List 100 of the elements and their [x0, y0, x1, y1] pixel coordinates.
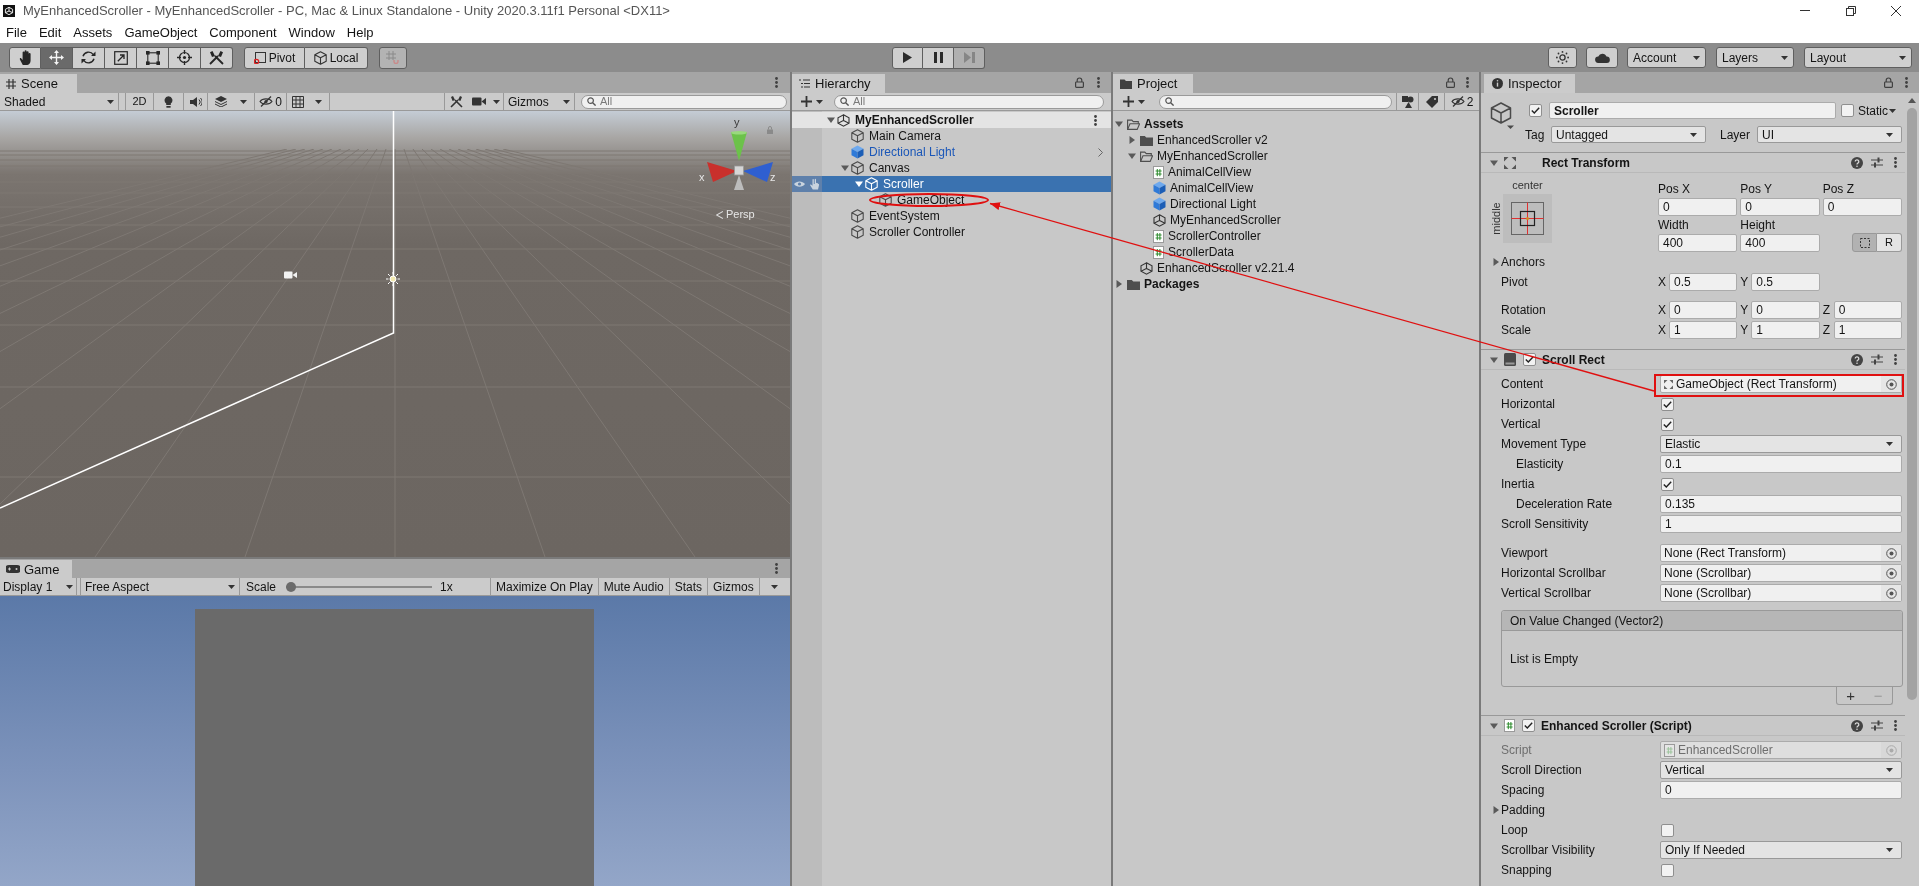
kebab-menu-icon[interactable]	[775, 77, 778, 88]
value-field[interactable]: 0	[1833, 301, 1902, 319]
search-field[interactable]: All	[834, 94, 1104, 109]
checkbox[interactable]	[1661, 823, 1674, 837]
aspect-dropdown[interactable]: Free Aspect	[80, 578, 240, 595]
value-field[interactable]: 400	[1740, 233, 1820, 252]
search-field[interactable]	[1159, 94, 1392, 109]
expand-arrow-icon[interactable]	[1128, 136, 1136, 144]
project-item[interactable]: ScrollerData	[1113, 244, 1479, 260]
expand-arrow-icon[interactable]	[1115, 280, 1123, 288]
expand-arrow-icon[interactable]	[840, 164, 849, 172]
view-toggle[interactable]: Stats	[668, 578, 708, 595]
project-item[interactable]: Directional Light	[1113, 196, 1479, 212]
dropdown[interactable]: Only If Needed	[1660, 841, 1902, 859]
display-dropdown[interactable]: Display 1	[0, 578, 77, 595]
sliders-icon[interactable]	[1871, 157, 1883, 168]
light-bulb-icon[interactable]	[164, 95, 173, 108]
project-item[interactable]: MyEnhancedScroller	[1113, 212, 1479, 228]
sliders-icon[interactable]	[1871, 720, 1883, 731]
gizmos-dropdown[interactable]: Gizmos	[503, 93, 575, 110]
kebab-menu-icon[interactable]	[1905, 77, 1908, 88]
pause-button[interactable]	[923, 46, 954, 69]
expand-arrow-icon[interactable]	[1489, 355, 1498, 364]
static-checkbox[interactable]	[1841, 104, 1854, 117]
value-field[interactable]: 0	[1740, 197, 1820, 216]
scrollbar-thumb[interactable]	[1907, 108, 1917, 700]
view-toggle[interactable]: Mute Audio	[597, 578, 669, 595]
scale-tool-button[interactable]	[105, 46, 137, 69]
value-field[interactable]: 0	[1751, 301, 1820, 319]
help-icon[interactable]	[1851, 156, 1863, 169]
menu-item[interactable]: GameObject	[118, 21, 204, 43]
kebab-menu-icon[interactable]	[1894, 157, 1897, 168]
object-field[interactable]: EnhancedScroller	[1660, 741, 1902, 759]
kebab-menu-icon[interactable]	[1466, 77, 1469, 88]
static-dropdown[interactable]: Static	[1858, 104, 1902, 117]
kebab-menu-icon[interactable]	[1894, 354, 1897, 365]
checkbox[interactable]	[1661, 477, 1674, 491]
layer-dropdown[interactable]: UI	[1757, 126, 1902, 143]
object-field[interactable]: None (Scrollbar)	[1660, 584, 1902, 602]
dropdown[interactable]: Elastic	[1660, 435, 1902, 453]
gizmos-dropdown[interactable]: Gizmos	[707, 578, 759, 595]
project-item[interactable]: AnimalCellView	[1113, 180, 1479, 196]
kebab-menu-icon[interactable]	[775, 563, 778, 574]
project-item[interactable]: Packages	[1113, 276, 1479, 292]
blueprint-mode-button[interactable]	[1852, 233, 1877, 252]
expand-arrow-icon[interactable]	[826, 116, 835, 124]
chevron-right-icon[interactable]	[1098, 147, 1103, 157]
space-button[interactable]: Local	[305, 46, 368, 69]
play-button[interactable]	[892, 46, 923, 69]
hierarchy-tab[interactable]: Hierarchy	[792, 74, 885, 93]
project-item[interactable]: AnimalCellView	[1113, 164, 1479, 180]
checkbox[interactable]	[1661, 397, 1674, 411]
hand-tool-button[interactable]	[9, 46, 41, 69]
camera-icon[interactable]	[472, 97, 486, 106]
value-field[interactable]: 400	[1658, 233, 1738, 252]
kebab-menu-icon[interactable]	[1894, 720, 1897, 731]
kebab-menu-icon[interactable]	[1094, 114, 1097, 126]
hierarchy-item[interactable]: EventSystem	[822, 208, 1111, 224]
project-item[interactable]: ScrollerController	[1113, 228, 1479, 244]
value-field[interactable]: 0	[1822, 197, 1902, 216]
pointer-hand-icon[interactable]	[807, 176, 822, 192]
object-picker-icon[interactable]	[1885, 547, 1897, 559]
help-icon[interactable]	[1851, 353, 1863, 366]
view-toggle[interactable]: Maximize On Play	[490, 578, 598, 595]
layers-dropdown[interactable]: Layers	[1716, 47, 1794, 68]
menu-item[interactable]: Edit	[32, 21, 68, 43]
expand-arrow-icon[interactable]	[1491, 258, 1500, 266]
name-field[interactable]: Scroller	[1549, 102, 1836, 119]
menu-item[interactable]: Assets	[67, 21, 119, 43]
menu-item[interactable]: Window	[282, 21, 341, 43]
object-picker-icon[interactable]	[1885, 587, 1897, 599]
value-field[interactable]: 0	[1660, 781, 1902, 799]
projection-label[interactable]: Persp	[726, 209, 755, 220]
hidden-packages-toggle[interactable]: 2	[1450, 95, 1474, 108]
move-tool-button[interactable]	[41, 46, 73, 69]
kebab-menu-icon[interactable]	[1097, 77, 1100, 88]
lock-icon[interactable]	[1884, 77, 1893, 88]
value-field[interactable]: 1	[1751, 321, 1820, 339]
shading-dropdown[interactable]: Shaded	[0, 93, 119, 110]
speaker-icon[interactable]	[189, 96, 202, 107]
mode-2d-toggle[interactable]: 2D	[125, 93, 154, 110]
services-button[interactable]	[1548, 47, 1577, 68]
raw-edit-button[interactable]: R	[1877, 233, 1902, 252]
value-field[interactable]: 0	[1658, 197, 1738, 216]
expand-arrow-icon[interactable]	[1489, 721, 1498, 730]
transform-tool-button[interactable]	[169, 46, 201, 69]
value-field[interactable]: 1	[1669, 321, 1738, 339]
expand-arrow-icon[interactable]	[1128, 152, 1136, 160]
project-tab[interactable]: Project	[1113, 74, 1193, 93]
sliders-icon[interactable]	[1871, 354, 1883, 365]
rect-tool-button[interactable]	[137, 46, 169, 69]
value-field[interactable]: 0.5	[1669, 273, 1738, 291]
tools-icon[interactable]	[450, 95, 463, 108]
project-item[interactable]: Assets	[1113, 116, 1479, 132]
active-checkbox[interactable]	[1529, 104, 1542, 117]
grid-icon[interactable]	[291, 95, 304, 108]
scene-item[interactable]: MyEnhancedScroller	[792, 112, 1111, 128]
value-field[interactable]: 0.1	[1660, 455, 1902, 473]
enable-checkbox[interactable]	[1522, 719, 1535, 732]
value-field[interactable]: 0	[1669, 301, 1738, 319]
